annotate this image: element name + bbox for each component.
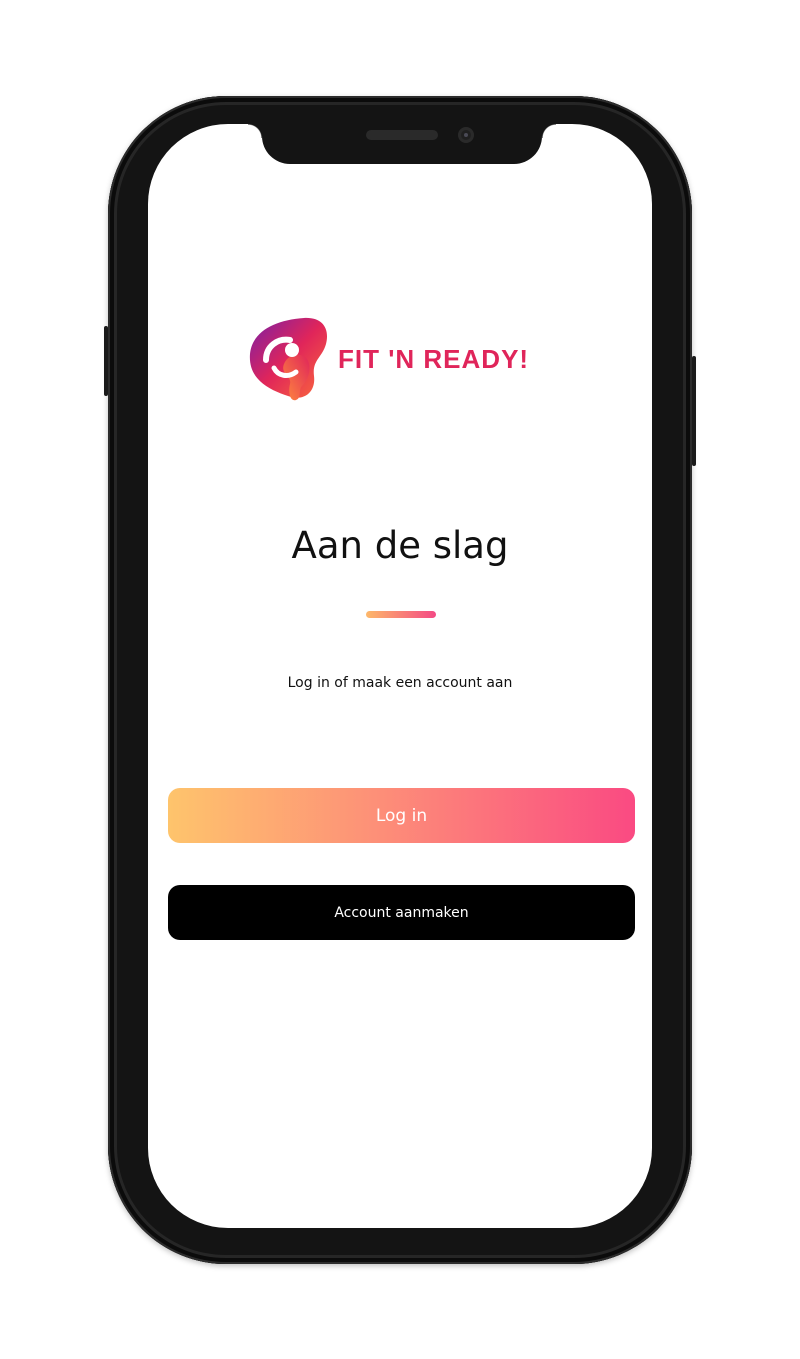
brand-logo-icon xyxy=(249,317,328,401)
login-button[interactable]: Log in xyxy=(168,788,635,843)
phone-screen: FIT 'N READY! Aan de slag Log in of maak… xyxy=(148,124,652,1228)
side-button-right xyxy=(692,356,696,466)
phone-frame: FIT 'N READY! Aan de slag Log in of maak… xyxy=(104,96,696,1264)
page-subtitle: Log in of maak een account aan xyxy=(287,675,513,691)
login-button-label: Log in xyxy=(375,805,428,826)
create-account-button[interactable]: Account aanmaken xyxy=(168,885,635,940)
brand-logo: FIT 'N READY! xyxy=(244,314,574,406)
accent-divider xyxy=(366,611,436,618)
brand-name: FIT 'N READY! xyxy=(338,344,530,374)
side-button-left xyxy=(104,326,108,396)
stage: FIT 'N READY! Aan de slag Log in of maak… xyxy=(0,0,800,1359)
front-camera-icon xyxy=(458,127,474,143)
page-title: Aan de slag xyxy=(291,524,509,567)
create-account-button-label: Account aanmaken xyxy=(334,904,469,921)
speaker-grille xyxy=(366,130,438,140)
notch xyxy=(248,124,556,164)
